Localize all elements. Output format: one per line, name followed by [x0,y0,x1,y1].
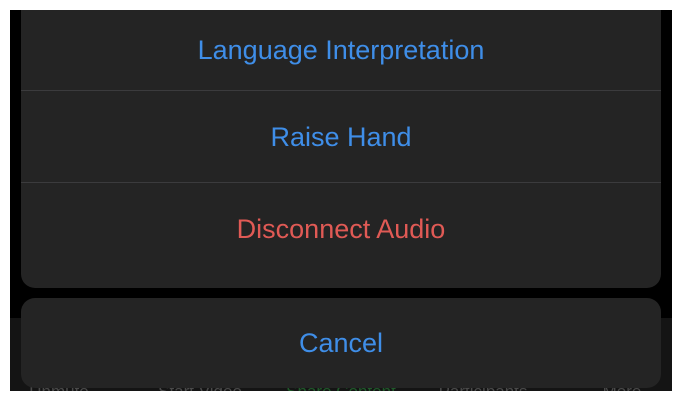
cancel-sheet: Cancel [21,298,661,388]
language-interpretation-button[interactable]: Language Interpretation [21,10,661,90]
action-sheet: Language Interpretation Raise Hand Disco… [21,10,661,288]
screen: Unmute Start Video Share Content Partici… [10,10,672,391]
cancel-button[interactable]: Cancel [21,298,661,388]
disconnect-audio-button[interactable]: Disconnect Audio [21,183,661,275]
raise-hand-button[interactable]: Raise Hand [21,91,661,183]
